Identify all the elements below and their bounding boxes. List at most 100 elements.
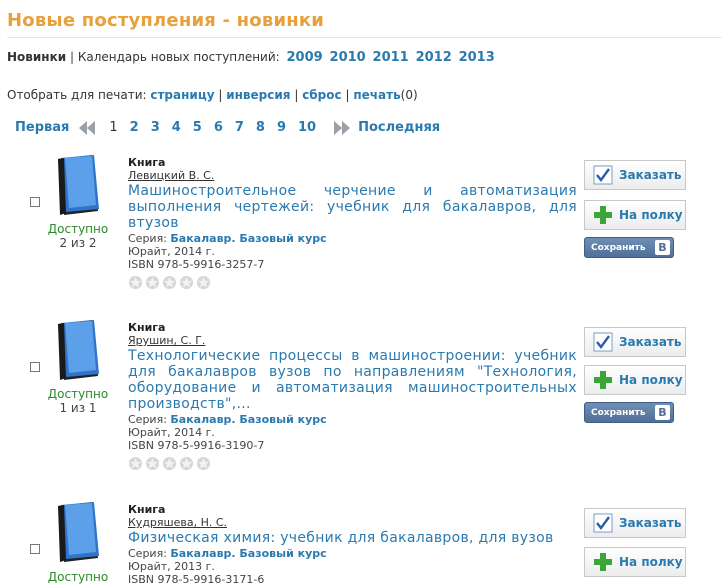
publisher: Юрайт, 2014 г.	[128, 426, 215, 439]
author-link[interactable]: Ярушин, С. Г.	[128, 334, 577, 347]
availability-status: Доступно	[47, 387, 109, 401]
add-to-shelf-button[interactable]: На полку	[584, 365, 686, 395]
print-separator: |	[294, 88, 299, 102]
year-link-2011[interactable]: 2011	[373, 50, 409, 65]
pager-last-link[interactable]: Последняя	[358, 120, 440, 135]
add-to-shelf-button[interactable]: На полку	[584, 547, 686, 577]
pager-page-3[interactable]: 3	[151, 120, 160, 135]
book-title-link[interactable]: Физическая химия: учебник для бакалавров…	[128, 530, 577, 546]
add-to-shelf-label: На полку	[619, 208, 683, 222]
order-button[interactable]: Заказать	[584, 160, 686, 190]
pager-page-4[interactable]: 4	[172, 120, 181, 135]
star-icon[interactable]	[196, 456, 211, 471]
star-icon[interactable]	[162, 456, 177, 471]
pager-page-10[interactable]: 10	[298, 120, 316, 135]
star-icon[interactable]	[162, 275, 177, 290]
rating-stars[interactable]	[128, 456, 577, 471]
availability-status: Доступно	[47, 222, 109, 236]
vk-save-button[interactable]: Сохранить B	[584, 237, 674, 258]
order-button-label: Заказать	[619, 168, 682, 182]
green-plus-icon	[594, 206, 612, 224]
pager-page-6[interactable]: 6	[214, 120, 223, 135]
order-button[interactable]: Заказать	[584, 508, 686, 538]
star-icon[interactable]	[179, 275, 194, 290]
pager-page-5[interactable]: 5	[193, 120, 202, 135]
order-button-label: Заказать	[619, 335, 682, 349]
book-title-link[interactable]: Технологические процессы в машиностроени…	[128, 348, 577, 412]
order-button-label: Заказать	[619, 516, 682, 530]
blue-book-icon[interactable]	[52, 155, 102, 217]
series-label: Серия:	[128, 547, 167, 560]
book-info: Книга Кудряшева, Н. С. Физическая химия:…	[128, 503, 577, 586]
book-info: Книга Ярушин, С. Г. Технологические проц…	[128, 321, 577, 471]
checkmark-icon	[593, 513, 613, 533]
add-to-shelf-label: На полку	[619, 373, 683, 387]
checkmark-icon	[593, 332, 613, 352]
print-separator: |	[218, 88, 223, 102]
availability: Доступно 2 из 2	[46, 222, 110, 250]
series-line: Серия: Бакалавр. Базовый курс	[128, 413, 577, 426]
nav-separator: |	[69, 50, 75, 64]
item-type: Книга	[128, 156, 166, 169]
pager-page-9[interactable]: 9	[277, 120, 286, 135]
star-icon[interactable]	[145, 456, 160, 471]
blue-book-icon[interactable]	[52, 320, 102, 382]
star-icon[interactable]	[196, 275, 211, 290]
select-checkbox[interactable]	[30, 544, 40, 554]
double-arrow-left-icon[interactable]	[79, 120, 96, 135]
page-title: Новые поступления - новинки	[7, 10, 325, 31]
checkmark-icon	[593, 165, 613, 185]
pager-page-8[interactable]: 8	[256, 120, 265, 135]
series-link[interactable]: Бакалавр. Базовый курс	[170, 547, 326, 560]
year-link-2013[interactable]: 2013	[459, 50, 495, 65]
green-plus-icon	[594, 553, 612, 571]
book-info: Книга Левицкий В. С. Машиностроительное …	[128, 156, 577, 290]
pager-page-1: 1	[109, 120, 118, 135]
series-link[interactable]: Бакалавр. Базовый курс	[170, 232, 326, 245]
series-line: Серия: Бакалавр. Базовый курс	[128, 547, 577, 560]
author-link[interactable]: Левицкий В. С.	[128, 169, 577, 182]
vk-save-button[interactable]: Сохранить B	[584, 402, 674, 423]
print-link[interactable]: печать	[353, 88, 400, 102]
star-icon[interactable]	[179, 456, 194, 471]
add-to-shelf-button[interactable]: На полку	[584, 200, 686, 230]
star-icon[interactable]	[128, 275, 143, 290]
vk-logo-icon: B	[655, 405, 670, 420]
print-selection-bar: Отобрать для печати: страницу | инверсия…	[7, 88, 418, 102]
series-link[interactable]: Бакалавр. Базовый курс	[170, 413, 326, 426]
isbn: ISBN 978-5-9916-3257-7	[128, 258, 265, 271]
pager-page-7[interactable]: 7	[235, 120, 244, 135]
calendar-years: 2009 2010 2011 2012 2013	[284, 50, 495, 65]
star-icon[interactable]	[128, 456, 143, 471]
availability-status: Доступно	[47, 570, 109, 584]
book-title-link[interactable]: Машиностроительное черчение и автоматиза…	[128, 183, 577, 231]
pagination: Первая 1 2 3 4 5 6 7 8 9 10 Последняя	[15, 120, 440, 135]
year-link-2012[interactable]: 2012	[416, 50, 452, 65]
title-divider	[7, 37, 722, 38]
select-checkbox[interactable]	[30, 362, 40, 372]
rating-stars[interactable]	[128, 275, 577, 290]
select-checkbox[interactable]	[30, 197, 40, 207]
select-page-link[interactable]: страницу	[150, 88, 214, 102]
new-arrivals-nav: Новинки | Календарь новых поступлений: 2…	[7, 50, 495, 65]
vk-logo-icon: B	[655, 240, 670, 255]
print-count: (0)	[400, 88, 418, 102]
invert-selection-link[interactable]: инверсия	[226, 88, 290, 102]
year-link-2010[interactable]: 2010	[330, 50, 366, 65]
pager-first-link[interactable]: Первая	[15, 120, 69, 135]
double-arrow-right-icon[interactable]	[334, 120, 351, 135]
nav-current-novelties: Новинки	[7, 50, 67, 64]
pager-page-2[interactable]: 2	[130, 120, 139, 135]
reset-selection-link[interactable]: сброс	[302, 88, 341, 102]
calendar-label: Календарь новых поступлений:	[77, 50, 280, 64]
publisher: Юрайт, 2014 г.	[128, 245, 215, 258]
blue-book-icon[interactable]	[52, 502, 102, 564]
availability: Доступно	[46, 570, 110, 584]
star-icon[interactable]	[145, 275, 160, 290]
year-link-2009[interactable]: 2009	[287, 50, 323, 65]
item-type: Книга	[128, 503, 166, 516]
isbn: ISBN 978-5-9916-3171-6	[128, 573, 265, 586]
availability-count: 1 из 1	[59, 401, 97, 415]
author-link[interactable]: Кудряшева, Н. С.	[128, 516, 577, 529]
order-button[interactable]: Заказать	[584, 327, 686, 357]
